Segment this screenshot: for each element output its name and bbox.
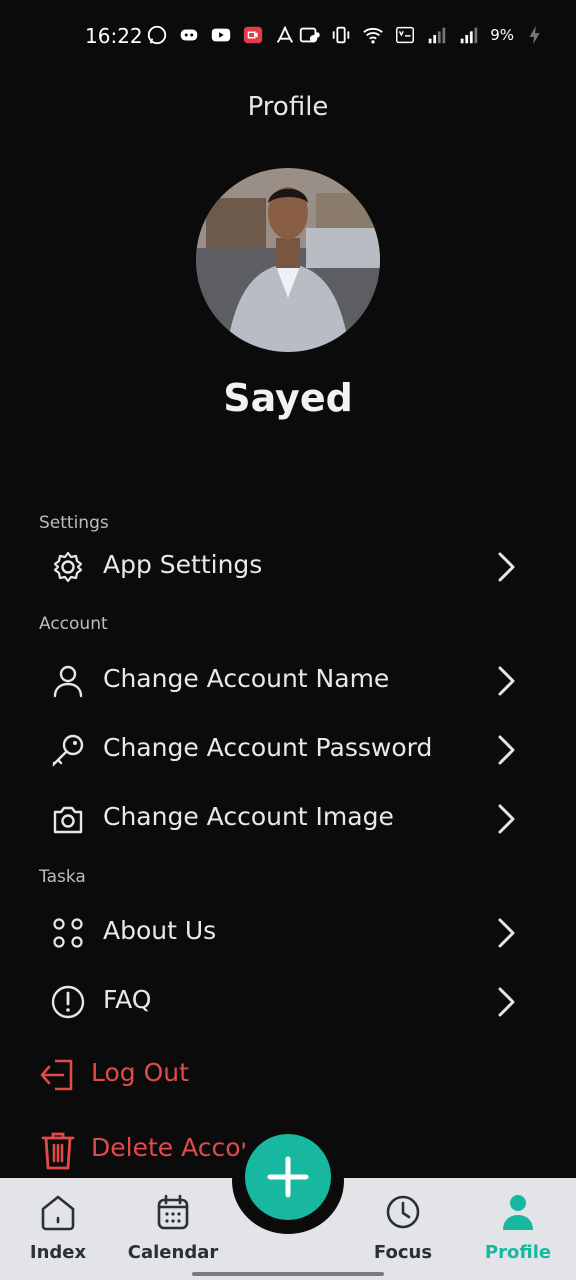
info-circle-icon <box>51 985 85 1019</box>
nav-profile[interactable]: Profile <box>468 1192 568 1272</box>
clock-icon <box>386 1195 420 1229</box>
nav-focus[interactable]: Focus <box>353 1192 453 1272</box>
profile-icon <box>503 1195 533 1230</box>
status-time: 16:22 <box>85 24 143 48</box>
nfc-icon <box>300 27 318 43</box>
change-account-image-label: Change Account Image <box>103 802 394 831</box>
user-icon <box>53 665 83 698</box>
section-label-settings: Settings <box>39 513 109 533</box>
charging-icon <box>529 25 540 45</box>
change-account-name-label: Change Account Name <box>103 664 390 693</box>
key-icon <box>52 734 84 767</box>
home-indicator <box>192 1272 384 1276</box>
logout-icon <box>40 1059 73 1091</box>
volte-icon <box>396 26 415 44</box>
signal-icon <box>428 27 446 44</box>
change-account-password-label: Change Account Password <box>103 733 433 762</box>
nav-profile-label: Profile <box>484 1242 552 1263</box>
profile-photo <box>196 168 380 352</box>
chevron-right-icon <box>498 918 515 948</box>
calendar-icon <box>157 1194 189 1230</box>
user-name: Sayed <box>223 376 353 420</box>
change-account-image-row[interactable]: Change Account Image <box>0 787 576 847</box>
youtube-icon <box>211 28 231 42</box>
log-out-label: Log Out <box>91 1058 189 1087</box>
change-account-password-row[interactable]: Change Account Password <box>0 718 576 778</box>
about-us-label: About Us <box>103 916 217 945</box>
trash-icon <box>41 1132 75 1170</box>
battery-level: 9% <box>490 26 514 44</box>
section-label-taska: Taska <box>39 867 86 887</box>
about-us-row[interactable]: About Us <box>0 901 576 961</box>
faq-label: FAQ <box>103 985 152 1014</box>
signal-2-icon <box>460 27 478 44</box>
change-account-name-row[interactable]: Change Account Name <box>0 649 576 709</box>
recorder-icon <box>243 26 263 44</box>
chevron-right-icon <box>498 987 515 1017</box>
plus-icon <box>267 1156 309 1198</box>
chevron-right-icon <box>498 552 515 582</box>
page-title: Profile <box>247 92 329 122</box>
whatsapp-icon <box>147 25 167 45</box>
vibrate-icon <box>332 26 350 44</box>
home-icon <box>41 1195 75 1231</box>
avatar[interactable] <box>196 168 380 352</box>
nav-index[interactable]: Index <box>8 1192 108 1272</box>
nav-focus-label: Focus <box>373 1242 433 1263</box>
chevron-right-icon <box>498 804 515 834</box>
add-task-button[interactable] <box>245 1134 331 1220</box>
chevron-right-icon <box>498 735 515 765</box>
app-settings-label: App Settings <box>103 550 263 579</box>
wifi-icon <box>363 27 383 44</box>
discord-icon <box>180 29 198 41</box>
camera-icon <box>53 806 83 834</box>
log-out-button[interactable]: Log Out <box>0 1043 576 1103</box>
app-settings-row[interactable]: App Settings <box>0 535 576 595</box>
section-label-account: Account <box>39 614 108 634</box>
dots-grid-icon <box>53 918 83 948</box>
acrobat-icon <box>276 25 294 43</box>
faq-row[interactable]: FAQ <box>0 970 576 1030</box>
chevron-right-icon <box>498 666 515 696</box>
nav-index-label: Index <box>29 1242 87 1263</box>
status-bar: 16:22 9% <box>0 0 576 74</box>
gear-icon <box>53 551 83 583</box>
nav-calendar[interactable]: Calendar <box>123 1192 223 1272</box>
nav-calendar-label: Calendar <box>127 1242 219 1263</box>
